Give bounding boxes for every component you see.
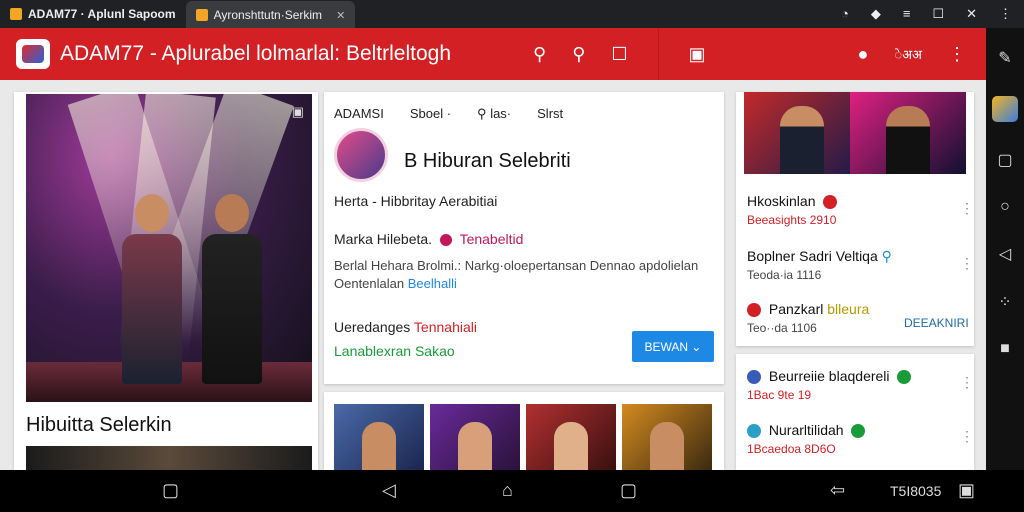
search-icon: ⚲ xyxy=(881,248,892,264)
tab-label: ADAM77 · Aplunl Sapoom xyxy=(28,7,176,21)
overview-icon[interactable]: ▢ xyxy=(620,480,637,501)
badge-icon xyxy=(823,195,838,210)
app-header: ADAM77 - Aplurabel lolmarlal: Beltrlelto… xyxy=(0,28,986,80)
circle-icon[interactable]: ○ xyxy=(1000,198,1010,216)
square-icon[interactable]: ▢ xyxy=(997,150,1012,170)
gallery-thumb[interactable] xyxy=(526,404,616,470)
list-item[interactable]: Hkoskinlan xyxy=(747,193,841,210)
back-arrow-icon[interactable]: ⇦ xyxy=(830,480,845,501)
search-icon: ⚲ xyxy=(477,106,491,121)
app-favicon-icon xyxy=(195,9,208,21)
grid-icon[interactable]: ⁘ xyxy=(998,292,1011,312)
list-item[interactable]: Panzkarl blleura xyxy=(747,301,869,318)
side-nav-rail: ✎ ▢ ○ ◁ ⁘ ■ xyxy=(986,28,1024,470)
tab-adam77[interactable]: ADAM77 · Aplunl Sapoom xyxy=(0,0,186,28)
back-icon[interactable]: ◁ xyxy=(382,480,396,501)
app-thumb-icon[interactable] xyxy=(992,96,1018,122)
profile-subtitle: Herta - Hibbritay Aerabitiai xyxy=(334,193,498,209)
avatar-icon xyxy=(747,424,761,439)
meta-line: Marka Hilebeta. Tenabeltid xyxy=(334,231,524,247)
menu-icon[interactable]: ≡ xyxy=(903,6,911,22)
more-icon[interactable]: ⋮ xyxy=(960,255,974,272)
update-line: Ueredanges Tennahiali xyxy=(334,319,477,335)
avatar-icon xyxy=(747,303,761,318)
trending-thumb[interactable] xyxy=(744,92,860,174)
recent-apps-icon[interactable]: ▢ xyxy=(162,480,179,501)
badge-icon xyxy=(851,424,866,439)
back-icon[interactable]: ◁ xyxy=(999,244,1011,264)
overflow-menu-icon[interactable]: ⋮ xyxy=(948,44,966,65)
tab-slrst[interactable]: Slrst xyxy=(537,106,563,122)
tab-label: Ayronshttutn·Serkim xyxy=(213,8,323,22)
tab-sboel[interactable]: Sboel · xyxy=(410,106,451,122)
list-item-tag: DEEAKNIRI xyxy=(904,316,969,330)
view-button[interactable]: BEWAN ⌄ xyxy=(632,331,714,362)
square-icon[interactable]: ☐ xyxy=(611,44,627,65)
list-item-sub: 1Bac 9te 19 xyxy=(747,388,812,402)
hero-image[interactable]: ▣ xyxy=(26,94,312,402)
more-icon[interactable]: ⋮ xyxy=(999,6,1012,22)
center-tabs: ADAMSI Sboel · ⚲ las· Slrst xyxy=(334,106,563,122)
gallery-thumb[interactable] xyxy=(430,404,520,470)
app-logo-icon[interactable] xyxy=(16,39,50,69)
chat-icon[interactable]: ● xyxy=(858,44,869,65)
badge-icon xyxy=(439,234,452,247)
avatar-icon xyxy=(747,370,761,385)
clock: T5I8035 xyxy=(890,483,942,499)
list-item-sub: 1Bcaedoa 8D6O xyxy=(747,442,836,456)
profile-name: B Hiburan Selebriti xyxy=(404,150,571,172)
system-nav-bar: ▢ ◁ ⌂ ▢ ⇦ T5I8035 ▣ xyxy=(0,470,1024,512)
gallery-thumbnails xyxy=(334,404,712,470)
pip-icon[interactable]: ▣ xyxy=(292,104,304,120)
green-link[interactable]: Lanablexran Sakao xyxy=(334,343,455,359)
tab-adamsi[interactable]: ADAMSI xyxy=(334,106,384,122)
thumbnail-strip[interactable] xyxy=(26,446,312,470)
square-filled-icon[interactable]: ■ xyxy=(1000,340,1010,358)
list-item-sub: Teo··da 1106 xyxy=(747,321,817,335)
list-item[interactable]: Nurarltilidah xyxy=(747,422,869,439)
home-icon[interactable]: ⌂ xyxy=(502,480,513,501)
close-tab-icon[interactable]: ✕ xyxy=(336,9,345,22)
battery-icon: ▣ xyxy=(958,480,976,500)
badge-icon xyxy=(897,370,912,385)
header-right-text: ेअअ xyxy=(894,47,922,62)
search-icon[interactable]: ⚲ xyxy=(572,44,585,65)
alarm-icon: ◔ xyxy=(840,6,849,21)
list-item[interactable]: Beurreiie blaqdereli xyxy=(747,368,915,385)
close-window-icon[interactable]: ✕ xyxy=(966,6,977,22)
tab-las[interactable]: ⚲ las· xyxy=(477,106,511,122)
more-icon[interactable]: ⋮ xyxy=(960,374,974,391)
pen-icon[interactable]: ✎ xyxy=(998,48,1011,68)
search-icon[interactable]: ⚲ xyxy=(533,44,546,65)
description: Berlal Hehara Brolmi.: Narkg·oloepertans… xyxy=(334,258,699,273)
list-item-sub: Teoda·ia 1116 xyxy=(747,268,822,282)
more-icon[interactable]: ⋮ xyxy=(960,428,974,445)
more-icon[interactable]: ⋮ xyxy=(960,200,974,217)
app-title: ADAM77 - Aplurabel lolmarlal: Beltrlelto… xyxy=(60,42,452,65)
list-item[interactable]: Boplner Sadri Veltiqa ⚲ xyxy=(747,248,892,265)
tab-active[interactable]: Ayronshttutn·Serkim ✕ xyxy=(185,1,356,29)
gallery-thumb[interactable] xyxy=(622,404,712,470)
app-favicon-icon xyxy=(10,8,22,20)
description-2: Oentenlalan Beelhalli xyxy=(334,276,457,291)
cast-icon[interactable]: ▣ xyxy=(689,44,706,65)
list-item-sub: Beeasights 2910 xyxy=(747,213,837,227)
wifi-icon: ◆ xyxy=(870,6,881,21)
gallery-thumb[interactable] xyxy=(334,404,424,470)
window-icon[interactable]: ☐ xyxy=(932,6,944,22)
browser-tab-bar: ADAM77 · Aplunl Sapoom Ayronshttutn·Serk… xyxy=(0,0,1024,29)
hero-caption: Hibuitta Selerkin xyxy=(26,414,172,436)
avatar[interactable] xyxy=(334,128,388,182)
trending-thumb[interactable] xyxy=(850,92,966,174)
